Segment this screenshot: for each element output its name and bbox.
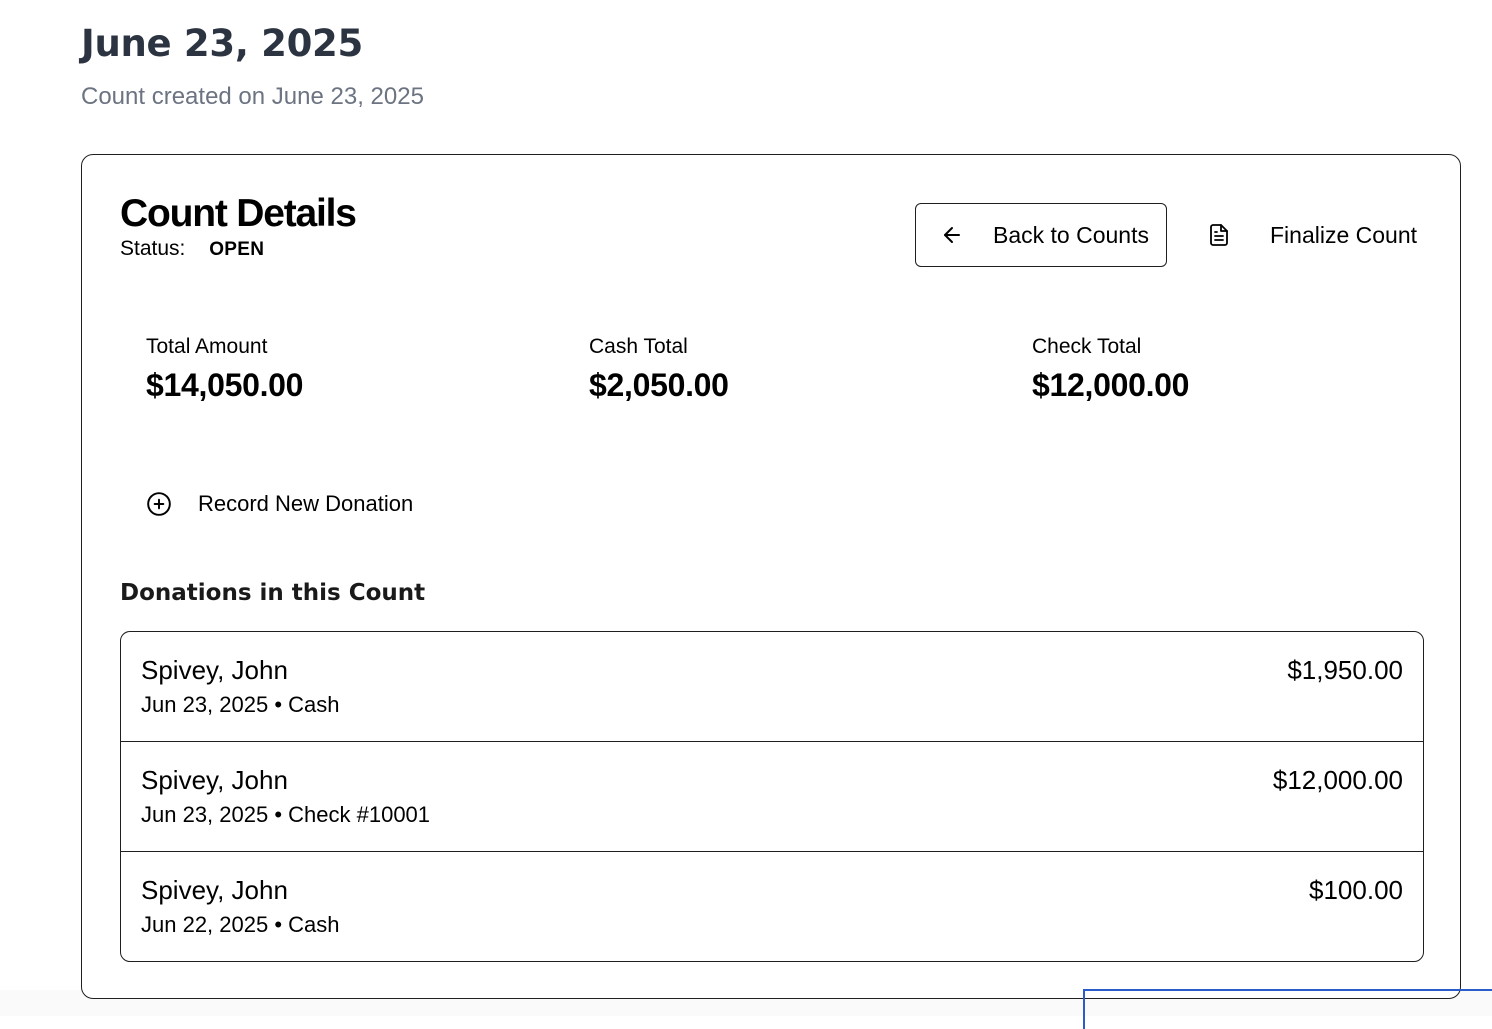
back-to-counts-button[interactable]: Back to Counts [915,203,1167,267]
donations-section-title: Donations in this Count [120,580,426,606]
donor-name: Spivey, John [141,875,288,905]
stat-check-total: Check Total $12,000.00 [1032,333,1189,405]
record-new-donation-label: Record New Donation [198,491,414,516]
donation-list-item[interactable]: Spivey, John Jun 23, 2025 • Cash $1,950.… [121,632,1423,742]
stat-cash-total: Cash Total $2,050.00 [589,333,729,405]
donation-amount: $12,000.00 [1272,765,1403,795]
stat-label: Check Total [1032,335,1142,358]
stat-value: $2,050.00 [589,367,729,403]
stat-label: Total Amount [146,335,268,358]
status-row: Status: OPEN [120,235,264,264]
page-title: June 23, 2025 [81,22,363,65]
donation-amount: $1,950.00 [1287,655,1403,685]
page-subtitle: Count created on June 23, 2025 [81,83,424,110]
donation-amount: $100.00 [1309,875,1403,905]
record-new-donation-button[interactable]: Record New Donation [146,489,413,519]
stat-value: $12,000.00 [1032,367,1190,403]
donation-list-item[interactable]: Spivey, John Jun 22, 2025 • Cash $100.00 [121,852,1423,961]
stat-value: $14,050.00 [146,367,304,403]
donor-name: Spivey, John [141,655,288,685]
donation-list-item[interactable]: Spivey, John Jun 23, 2025 • Check #10001… [121,742,1423,852]
donor-name: Spivey, John [141,765,288,795]
count-details-card: Count Details Status: OPEN Back to Count… [81,154,1461,999]
donation-meta: Jun 23, 2025 • Cash [141,692,340,717]
arrow-left-icon [940,223,964,247]
back-to-counts-label: Back to Counts [993,221,1149,248]
overlay-panel-edge [1083,989,1492,1029]
stat-total-amount: Total Amount $14,050.00 [146,333,303,405]
finalize-count-button[interactable]: Finalize Count [1193,203,1423,267]
stat-label: Cash Total [589,335,688,358]
card-title: Count Details [120,192,357,235]
donation-meta: Jun 23, 2025 • Check #10001 [141,802,431,827]
plus-circle-icon [146,491,172,517]
finalize-count-label: Finalize Count [1270,221,1418,248]
donation-list: Spivey, John Jun 23, 2025 • Cash $1,950.… [120,631,1424,962]
donation-meta: Jun 22, 2025 • Cash [141,912,340,937]
status-badge: OPEN [209,239,265,260]
document-icon [1207,223,1231,247]
status-label: Status: [120,237,186,260]
